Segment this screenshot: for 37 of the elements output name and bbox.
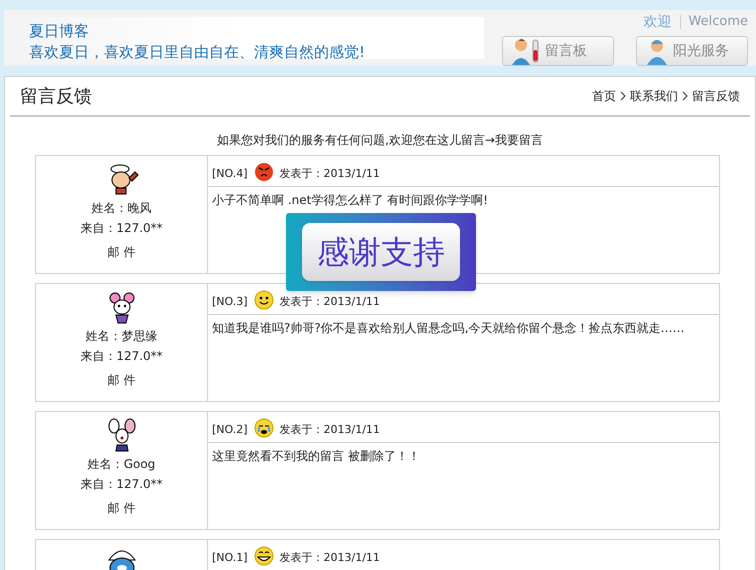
smiley-face-icon <box>254 290 274 310</box>
page-title: 留言反馈 <box>20 84 92 108</box>
site-slogan: 喜欢夏日，喜欢夏日里自由自在、清爽自然的感觉! <box>29 42 366 62</box>
chevron-right-icon <box>618 91 628 101</box>
post-date: 发表于：2013/1/11 <box>280 166 380 182</box>
angry-face-icon <box>254 162 274 182</box>
person-with-test-tube-icon <box>511 37 541 65</box>
message-text: 这里竟然看不到我的留言 被删除了！！ <box>211 448 421 465</box>
post-date: 发表于：2013/1/11 <box>280 294 380 310</box>
mail-link[interactable]: 邮 件 <box>108 494 136 522</box>
post-date: 发表于：2013/1/11 <box>280 550 380 566</box>
post-date: 发表于：2013/1/11 <box>280 422 380 438</box>
author-ip: 来自：127.0** <box>80 220 163 237</box>
doctor-icon <box>645 37 669 65</box>
author-name: 姓名：梦思缘 <box>86 328 158 345</box>
intro-text: 如果您对我们的服务有任何问题,欢迎您在这儿留言→我要留言 <box>217 132 543 149</box>
author-name: 姓名：晚风 <box>92 200 152 217</box>
grinning-face-icon <box>254 546 274 566</box>
message-number: [NO.3] <box>212 294 248 310</box>
message-number: [NO.2] <box>212 422 248 438</box>
message-text: 知道我是谁吗?帅哥?你不是喜欢给别人留悬念吗,今天就给你留个悬念！捡点东西就走…… <box>211 320 686 337</box>
author-ip: 来自：127.0** <box>80 476 163 493</box>
author-ip: 来自：127.0** <box>80 348 163 365</box>
message-text: 小子不简单啊 .net学得怎么样了 有时间跟你学学啊! <box>211 192 489 209</box>
breadcrumb-link[interactable]: 留言反馈 <box>692 87 740 105</box>
thanks-label: 感谢支持 <box>302 223 460 281</box>
message-number: [NO.1] <box>212 550 248 566</box>
mail-link[interactable]: 邮 件 <box>108 366 136 394</box>
breadcrumb-link[interactable]: 联系我们 <box>630 87 678 105</box>
site-title: 夏日博客 <box>29 20 90 40</box>
mail-link[interactable]: 邮 件 <box>108 238 136 266</box>
message-number: [NO.4] <box>212 166 248 182</box>
crying-face-icon <box>254 418 274 438</box>
leave-message-link[interactable]: 我要留言 <box>494 133 543 147</box>
breadcrumb-link[interactable]: 首页 <box>592 87 616 105</box>
author-name: 姓名：Goog <box>88 456 156 473</box>
chevron-right-icon <box>680 91 690 101</box>
